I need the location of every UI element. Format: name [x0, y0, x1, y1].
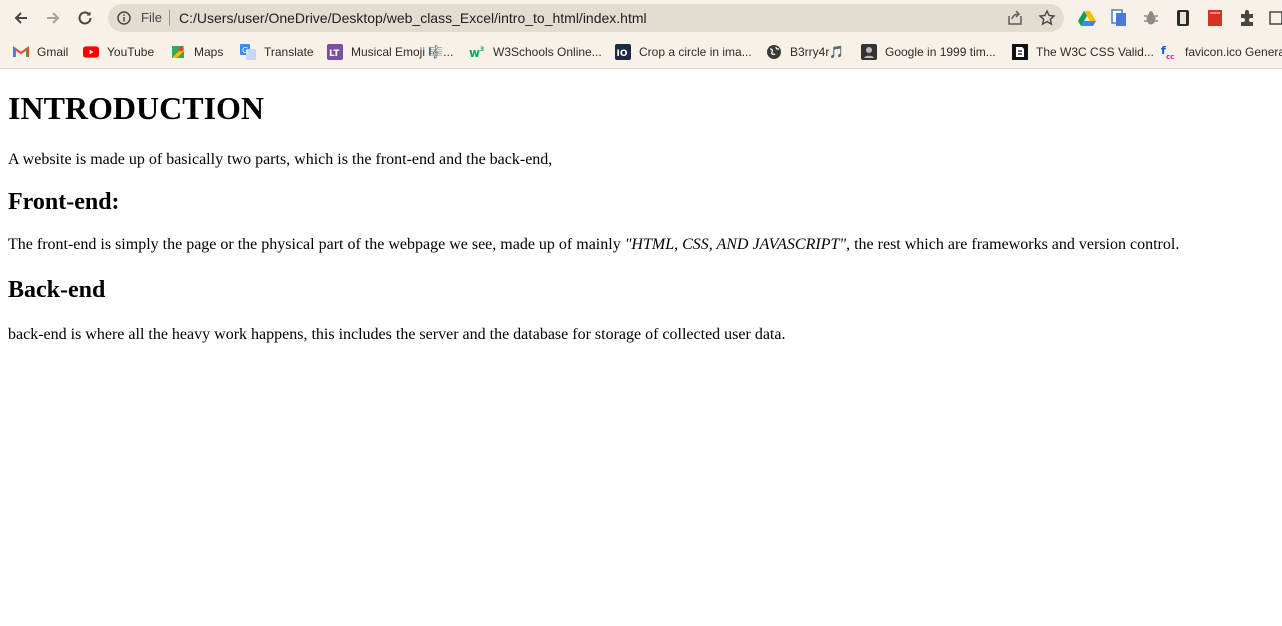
square-icon	[1269, 11, 1282, 25]
arrow-right-icon	[47, 12, 60, 24]
address-bar[interactable]: File C:/Users/user/OneDrive/Desktop/web_…	[108, 4, 1064, 32]
frontend-heading: Front-end:	[8, 189, 120, 215]
svg-text:G: G	[242, 46, 248, 55]
reload-icon	[78, 11, 92, 25]
w3schools-icon: w3	[469, 44, 485, 60]
youtube-icon	[83, 44, 99, 60]
bookmark-google-1999[interactable]: Google in 1999 tim...	[861, 41, 996, 63]
favicon-cc-icon: f cc	[1161, 44, 1177, 60]
google-1999-icon	[861, 44, 877, 60]
reload-button[interactable]	[72, 6, 98, 30]
bookmark-translate[interactable]: G Translate	[240, 41, 314, 63]
extension-google-drive[interactable]	[1077, 8, 1097, 28]
browser-toolbar: File C:/Users/user/OneDrive/Desktop/web_…	[0, 0, 1282, 36]
svg-text:LT: LT	[329, 49, 340, 59]
bookmark-youtube[interactable]: YouTube	[83, 41, 154, 63]
gmail-icon	[13, 44, 29, 60]
share-icon[interactable]	[1006, 9, 1024, 27]
bookmark-b3rry4r[interactable]: B3rry4r🎵	[766, 41, 844, 63]
frontend-tech-list: "HTML, CSS, AND JAVASCRIPT"	[624, 236, 847, 253]
bug-icon	[1144, 11, 1158, 25]
frontend-paragraph: The front-end is simply the page or the …	[8, 236, 1274, 254]
extension-copy[interactable]	[1109, 8, 1129, 28]
bookmark-red-icon	[1208, 10, 1222, 26]
back-button[interactable]	[8, 6, 34, 30]
bookmarks-bar: Gmail YouTube Maps G Translate LT Musica…	[0, 36, 1282, 69]
star-icon[interactable]	[1038, 9, 1056, 27]
svg-text:IO: IO	[617, 49, 628, 59]
bookmark-maps[interactable]: Maps	[170, 41, 223, 63]
frontend-text-end: , the rest which are frameworks and vers…	[846, 236, 1180, 253]
page-title: INTRODUCTION	[8, 90, 265, 126]
bookmark-musical-emoji[interactable]: LT Musical Emoji 🎼...	[327, 41, 453, 63]
io-icon: IO	[615, 44, 631, 60]
url-divider	[169, 10, 170, 26]
bookmark-favicon-generator[interactable]: f cc favicon.ico Genera	[1161, 41, 1282, 63]
svg-text:3: 3	[480, 46, 484, 53]
translate-icon: G	[240, 44, 256, 60]
copy-icon	[1111, 9, 1126, 26]
bookmark-gmail[interactable]: Gmail	[13, 41, 68, 63]
extension-bug[interactable]	[1141, 8, 1161, 28]
maps-icon	[170, 44, 186, 60]
extension-reader[interactable]	[1173, 8, 1193, 28]
bookmark-w3c-css-validator[interactable]: The W3C CSS Valid...	[1012, 41, 1154, 63]
extension-bookmark[interactable]	[1205, 8, 1225, 28]
backend-paragraph: back-end is where all the heavy work hap…	[8, 326, 786, 343]
forward-button[interactable]	[40, 6, 66, 30]
backend-heading: Back-end	[8, 277, 106, 303]
lt-icon: LT	[327, 44, 343, 60]
svg-text:w: w	[469, 46, 480, 59]
google-drive-icon	[1078, 11, 1096, 26]
svg-text:cc: cc	[1166, 53, 1174, 60]
window-menu-button[interactable]	[1266, 8, 1282, 28]
extensions-button[interactable]	[1237, 8, 1257, 28]
info-circle-icon[interactable]	[117, 11, 131, 25]
bookmark-crop-circle[interactable]: IO Crop a circle in ima...	[615, 41, 752, 63]
frontend-text-start: The front-end is simply the page or the …	[8, 236, 625, 253]
arrow-left-icon	[14, 12, 27, 24]
w3c-icon	[1012, 44, 1028, 60]
intro-paragraph: A website is made up of basically two pa…	[8, 151, 553, 168]
globe-icon	[766, 44, 782, 60]
reader-icon	[1177, 10, 1189, 26]
url-scheme-label: File	[141, 10, 162, 25]
page-content: INTRODUCTION A website is made up of bas…	[8, 69, 1274, 344]
url-text[interactable]: C:/Users/user/OneDrive/Desktop/web_class…	[179, 10, 647, 26]
bookmark-w3schools[interactable]: w3 W3Schools Online...	[469, 41, 602, 63]
puzzle-icon	[1241, 10, 1253, 26]
